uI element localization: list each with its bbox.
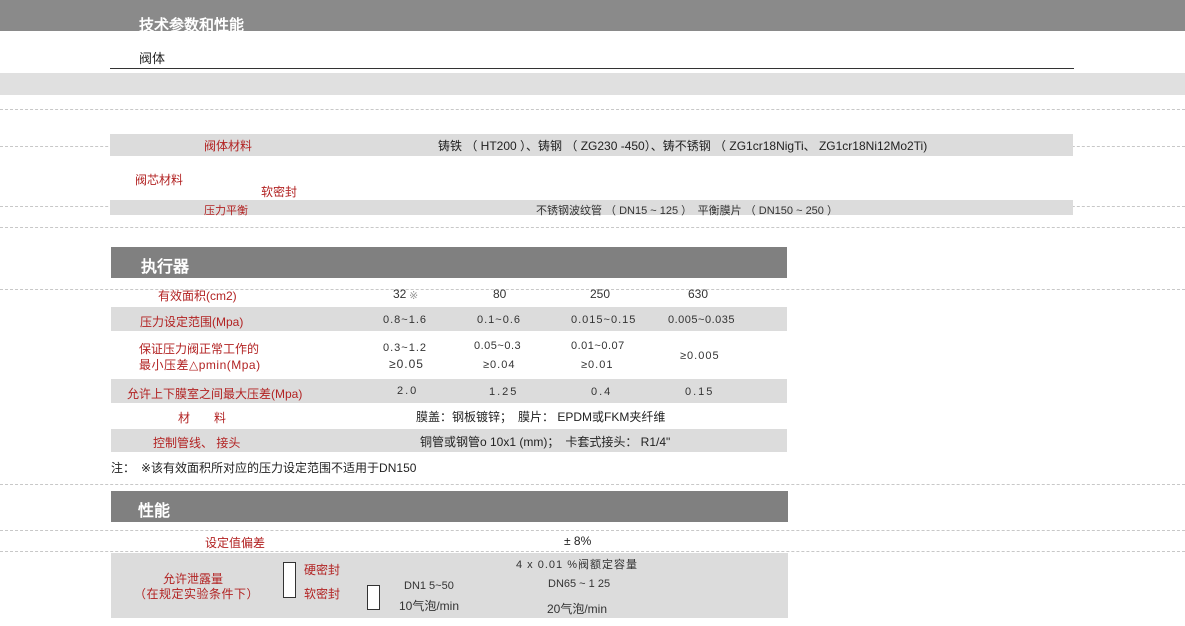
min-diff-label-line2: 最小压差△pmin(Mpa) <box>139 358 261 372</box>
max-diff-value-4: 0.15 <box>685 386 715 398</box>
area-value-3: 250 <box>590 287 611 301</box>
hard-seal-label: 硬密封 <box>304 563 341 577</box>
control-pipe-value: 铜管或钢管ο 10x1 (mm)； 卡套式接头： R1/4" <box>420 435 671 449</box>
min-diff-value-2: ≥0.04 <box>483 359 516 371</box>
bubbles-large: 20气泡/min <box>547 602 608 616</box>
soft-seal-bracket <box>367 585 380 610</box>
footnote: 注： ※该有效面积所对应的压力设定范围不适用于DN150 <box>111 461 417 475</box>
range-value-3: 0.015~0.15 <box>571 314 637 326</box>
valve-material-value: 铸铁 （ HT200 ）、铸钢 （ ZG230 -450）、铸不锈钢 （ ZG1… <box>438 139 928 153</box>
actuator-title: 执行器 <box>141 259 190 276</box>
gray-band <box>0 73 1185 95</box>
divider <box>0 109 1185 110</box>
core-material-label: 阀芯材料 <box>135 173 184 187</box>
min-diff-range-3: 0.01~0.07 <box>571 340 625 352</box>
page-title: 技术参数和性能 <box>139 17 245 34</box>
min-diff-value-3: ≥0.01 <box>581 359 614 371</box>
min-diff-range-1: 0.3~1.2 <box>383 342 428 354</box>
dn-large-range: DN65 ~ 1 25 <box>548 578 611 590</box>
area-value-4: 630 <box>688 287 709 301</box>
area-value-1: 32 <box>393 287 407 301</box>
min-diff-value-4: ≥0.005 <box>680 350 720 362</box>
leakage-label-line2: （在规定实验条件下） <box>134 587 260 601</box>
pressure-range-label: 压力设定范围(Mpa) <box>140 315 244 329</box>
area-value-2: 80 <box>493 287 507 301</box>
max-diff-value-2: 1.25 <box>489 386 519 398</box>
deviation-value: ± 8% <box>564 534 592 548</box>
section-subtitle: 阀体 <box>139 51 166 66</box>
divider <box>0 227 1185 228</box>
effective-area-label: 有效面积(cm2) <box>158 289 237 303</box>
max-diff-value-3: 0.4 <box>591 386 613 398</box>
subtitle-underline <box>110 68 1074 69</box>
pressure-balance-value: 不锈钢波纹管 （ DN15 ~ 125 ） 平衡膜片 （ DN150 ~ 250… <box>536 205 838 217</box>
valve-material-label: 阀体材料 <box>204 139 253 153</box>
performance-title: 性能 <box>138 503 171 520</box>
area-note-mark: ※ <box>409 290 419 302</box>
actuator-material-label: 材 料 <box>178 411 233 425</box>
seal-bracket <box>283 562 296 598</box>
actuator-header <box>111 247 787 278</box>
range-value-4: 0.005~0.035 <box>668 314 735 326</box>
deviation-label: 设定值偏差 <box>205 536 266 550</box>
pressure-balance-label: 压力平衡 <box>204 205 248 217</box>
actuator-material-value: 膜盖：钢板镀锌； 膜片： EPDM或FKM夹纤维 <box>416 410 666 424</box>
min-diff-value-1: ≥0.05 <box>389 357 424 371</box>
range-value-2: 0.1~0.6 <box>477 314 522 326</box>
min-diff-range-2: 0.05~0.3 <box>474 340 522 352</box>
core-material-value: 软密封 <box>261 185 298 199</box>
divider <box>0 484 1185 485</box>
performance-header <box>111 491 788 522</box>
range-value-1: 0.8~1.6 <box>383 314 428 326</box>
hard-seal-value: 4 x 0.01 %阀额定容量 <box>516 559 638 571</box>
min-diff-label-line1: 保证压力阀正常工作的 <box>139 342 260 356</box>
divider <box>0 530 1185 531</box>
bubbles-small: 10气泡/min <box>399 599 460 613</box>
divider <box>0 551 1185 552</box>
soft-seal-label: 软密封 <box>304 587 341 601</box>
control-pipe-label: 控制管线、 接头 <box>153 436 241 450</box>
dn-small-range: DN1 5~50 <box>404 580 454 592</box>
max-diff-label: 允许上下膜室之间最大压差(Mpa) <box>127 387 303 401</box>
max-diff-value-1: 2.0 <box>397 385 419 397</box>
